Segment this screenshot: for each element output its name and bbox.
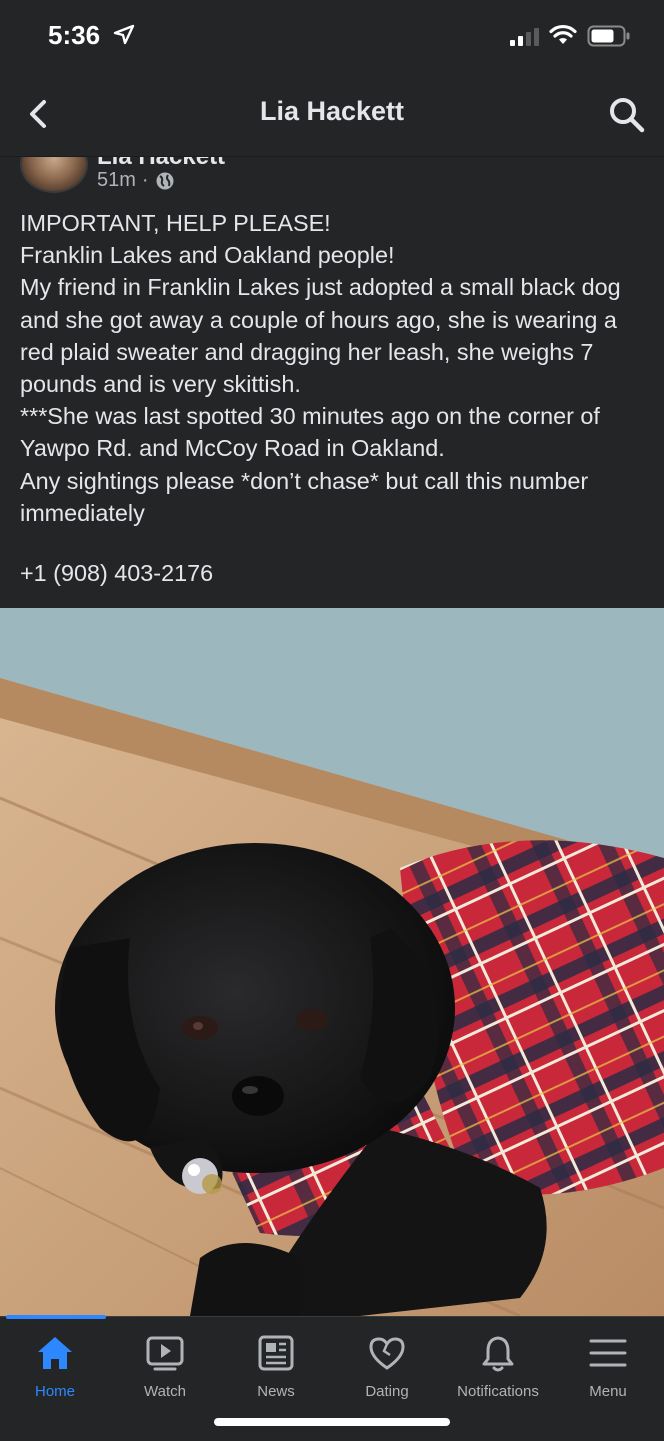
post: Lia Hackett 51m · IMPORTANT, HELP PLEASE… xyxy=(0,157,664,607)
cellular-signal-icon xyxy=(510,28,539,46)
tab-notifications-label: Notifications xyxy=(457,1383,539,1400)
navigation-bar: Lia Hackett xyxy=(0,72,664,157)
search-icon[interactable] xyxy=(604,92,648,136)
post-timestamp[interactable]: 51m xyxy=(97,169,136,192)
home-icon xyxy=(38,1337,72,1369)
post-body-text: IMPORTANT, HELP PLEASE! Franklin Lakes a… xyxy=(20,210,621,526)
tab-menu-label: Menu xyxy=(589,1383,627,1400)
watch-icon xyxy=(146,1336,184,1371)
post-photo-dog[interactable] xyxy=(0,608,664,1316)
active-tab-indicator xyxy=(6,1315,106,1319)
globe-icon xyxy=(156,172,174,189)
meta-separator: · xyxy=(141,169,149,191)
page-title: Lia Hackett xyxy=(259,96,405,126)
wifi-icon xyxy=(549,24,577,44)
tab-dating-label: Dating xyxy=(365,1383,409,1400)
dog-photo-illustration xyxy=(0,608,664,1316)
tab-home-label: Home xyxy=(34,1383,75,1400)
location-arrow-icon xyxy=(113,24,135,45)
tab-dating[interactable]: Dating xyxy=(332,1331,442,1411)
tab-watch-label: Watch xyxy=(144,1383,186,1400)
tab-news-label: News xyxy=(257,1383,295,1400)
tab-menu[interactable]: Menu xyxy=(553,1331,663,1411)
news-icon xyxy=(258,1335,294,1371)
tab-news[interactable]: News xyxy=(221,1331,331,1411)
tab-watch[interactable]: Watch xyxy=(110,1331,220,1411)
post-phone-number[interactable]: +1 (908) 403-2176 xyxy=(20,560,213,587)
menu-icon xyxy=(589,1339,627,1367)
avatar[interactable] xyxy=(20,157,88,193)
tab-home[interactable]: Home xyxy=(0,1331,110,1411)
battery-icon xyxy=(587,25,630,47)
post-meta: 51m · xyxy=(97,169,175,192)
home-indicator xyxy=(214,1418,450,1426)
dating-icon xyxy=(369,1337,405,1370)
status-time: 5:36 xyxy=(48,20,101,50)
tab-notifications[interactable]: Notifications xyxy=(443,1331,553,1411)
bell-icon xyxy=(482,1336,514,1372)
status-bar: 5:36 xyxy=(0,0,664,72)
